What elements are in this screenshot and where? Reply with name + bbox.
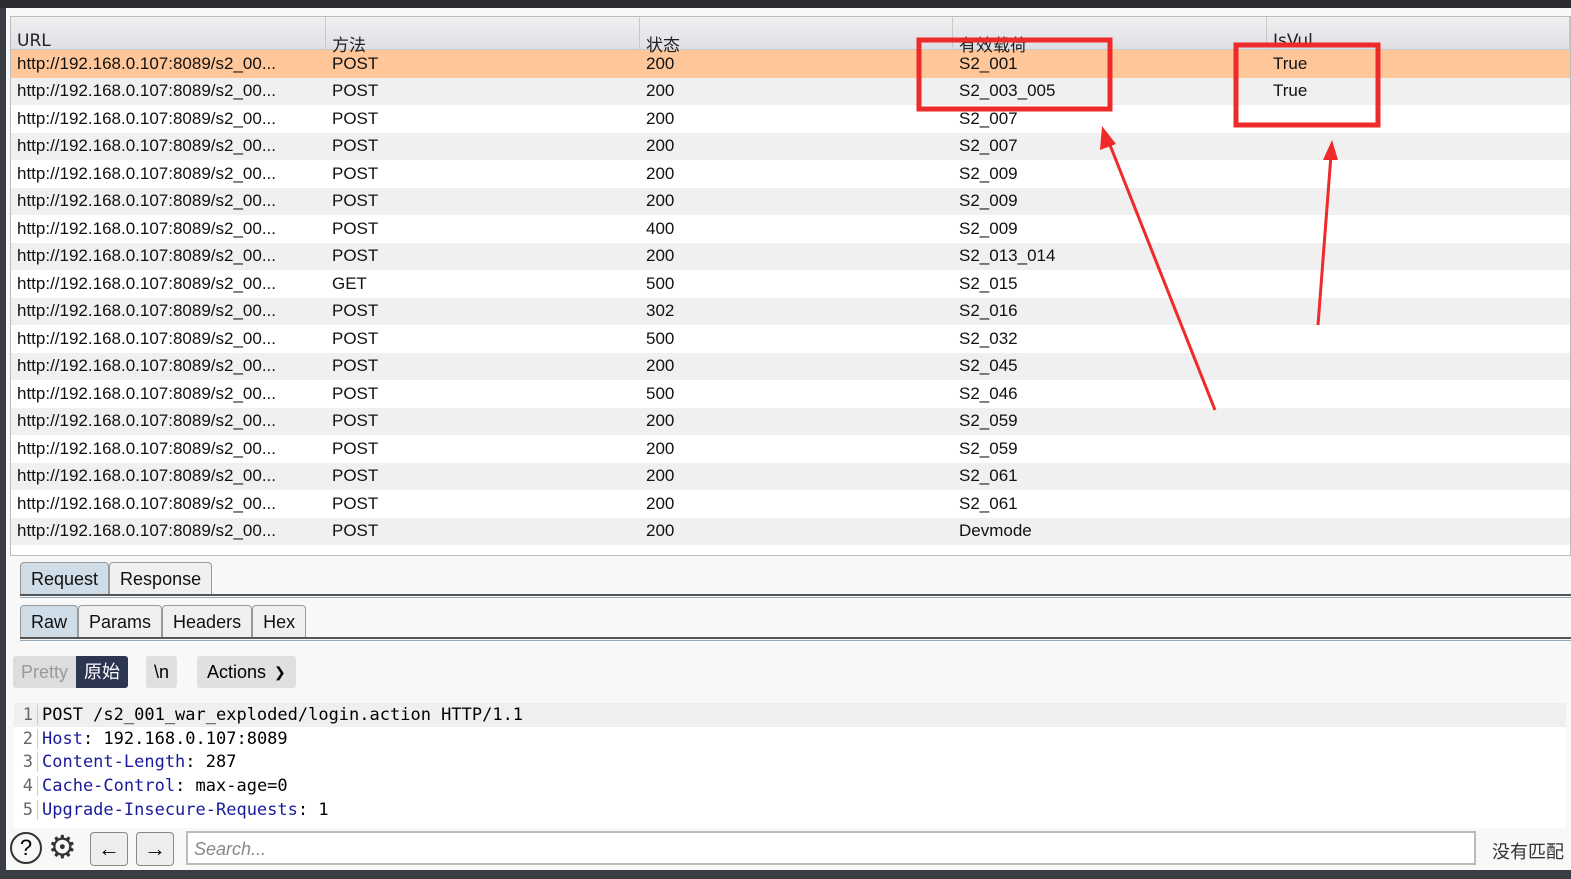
arrow-payload: [1106, 139, 1217, 411]
arrow-head-payload: [1100, 126, 1116, 150]
arrow-head-isvul: [1323, 140, 1338, 160]
highlight-box-payload: [916, 37, 1113, 112]
highlight-box-isvul: [1233, 42, 1381, 128]
annotation-overlay: [916, 37, 1381, 411]
arrow-isvul: [1316, 154, 1333, 326]
